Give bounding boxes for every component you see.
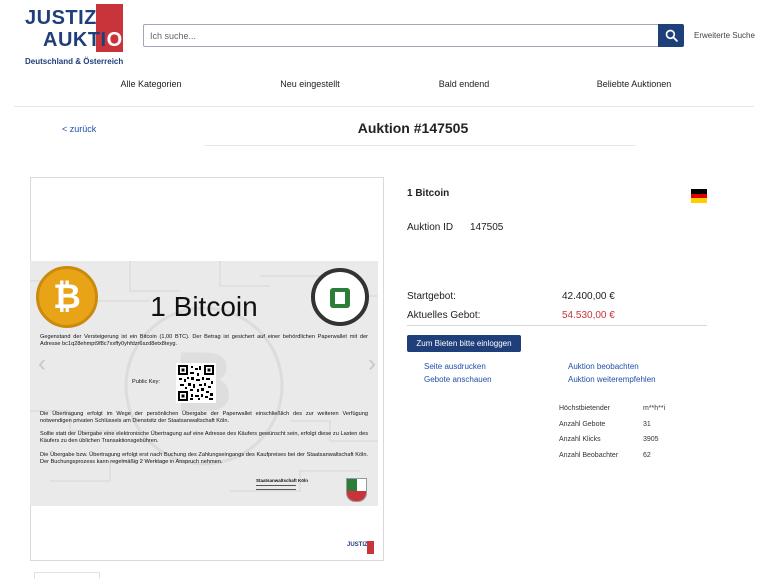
logo-line-2: AUKTION <box>43 30 138 50</box>
stat-value-bid-count: 31 <box>643 421 651 428</box>
stat-value-highest-bidder: m**h**i <box>643 405 666 412</box>
image-tab-stub <box>34 572 100 579</box>
stat-value-watcher-count: 62 <box>643 452 651 459</box>
advanced-search-link[interactable]: Erweiterte Suche <box>694 31 755 40</box>
cybercrime-seal-icon <box>311 268 369 326</box>
stat-label-highest-bidder: Höchstbietender <box>559 405 610 412</box>
title-underline <box>204 145 636 146</box>
mini-logo-text: JUSTIZ <box>347 542 368 548</box>
logo-line-2-accent: ON <box>106 29 138 51</box>
germany-flag-icon <box>691 189 707 203</box>
next-image-arrow-icon[interactable]: › <box>368 350 376 378</box>
qr-code-icon <box>176 363 216 403</box>
nrw-crest-icon <box>346 478 367 502</box>
logo-subtitle: Deutschland & Österreich <box>25 57 124 66</box>
search-button[interactable] <box>658 24 684 47</box>
price-divider <box>407 325 707 326</box>
nav-popular-auctions[interactable]: Beliebte Auktionen <box>597 79 672 89</box>
product-image[interactable]: B ₿ 1 Bitcoin Gegenstand der Versteigeru… <box>30 261 378 506</box>
recommend-auction-link[interactable]: Auktion weiterempfehlen <box>568 375 656 384</box>
search-icon <box>665 29 678 42</box>
previous-image-arrow-icon[interactable]: ‹ <box>38 350 46 378</box>
authority-line <box>256 485 296 486</box>
mini-logo-icon: JUSTIZ <box>347 540 377 556</box>
stat-label-click-count: Anzahl Klicks <box>559 436 601 443</box>
logo-line-1: JUSTIZ <box>25 7 97 29</box>
stat-value-click-count: 3905 <box>643 436 659 443</box>
stat-label-bid-count: Anzahl Gebote <box>559 421 606 428</box>
page-title: Auktion #147505 <box>357 120 469 136</box>
start-bid-value: 42.400,00 € <box>562 291 615 302</box>
logo-line-2-text: AUKTI <box>43 29 107 51</box>
view-bids-link[interactable]: Gebote anschauen <box>424 375 492 384</box>
certificate-paragraph-4: Die Übergabe bzw. Übertragung erfolgt er… <box>40 452 368 465</box>
auction-id-value: 147505 <box>470 222 504 233</box>
watch-auction-link[interactable]: Auktion beobachten <box>568 362 639 371</box>
authority-line-2 <box>256 489 296 490</box>
certificate-paragraph-2: Die Übertragung erfolgt im Wege der pers… <box>40 411 368 424</box>
certificate-paragraph-1: Gegenstand der Versteigerung ist ein Bit… <box>40 334 368 347</box>
public-key-label: Public Key: <box>132 379 160 385</box>
start-bid-label: Startgebot: <box>407 291 456 302</box>
justiz-auktion-logo[interactable]: JUSTIZ AUKTION Deutschland & Österreich <box>24 4 137 68</box>
nav-all-categories[interactable]: Alle Kategorien <box>120 79 181 89</box>
certificate-paragraph-3: Sollte statt der Übergabe eine elektroni… <box>40 431 368 444</box>
login-to-bid-button[interactable]: Zum Bieten bitte einloggen <box>407 335 521 352</box>
search-input[interactable] <box>143 24 659 47</box>
nav-ending-soon[interactable]: Bald endend <box>439 79 490 89</box>
stat-label-watcher-count: Anzahl Beobachter <box>559 452 619 459</box>
nav-newly-listed[interactable]: Neu eingestellt <box>280 79 340 89</box>
current-bid-value: 54.530,00 € <box>562 310 615 321</box>
current-bid-label: Aktuelles Gebot: <box>407 310 481 321</box>
auction-id-label: Auktion ID <box>407 222 454 233</box>
header-divider <box>14 106 754 107</box>
certificate-authority: Staatsanwaltschaft Köln <box>256 478 309 483</box>
product-name: 1 Bitcoin <box>407 188 450 199</box>
print-page-link[interactable]: Seite ausdrucken <box>424 362 486 371</box>
